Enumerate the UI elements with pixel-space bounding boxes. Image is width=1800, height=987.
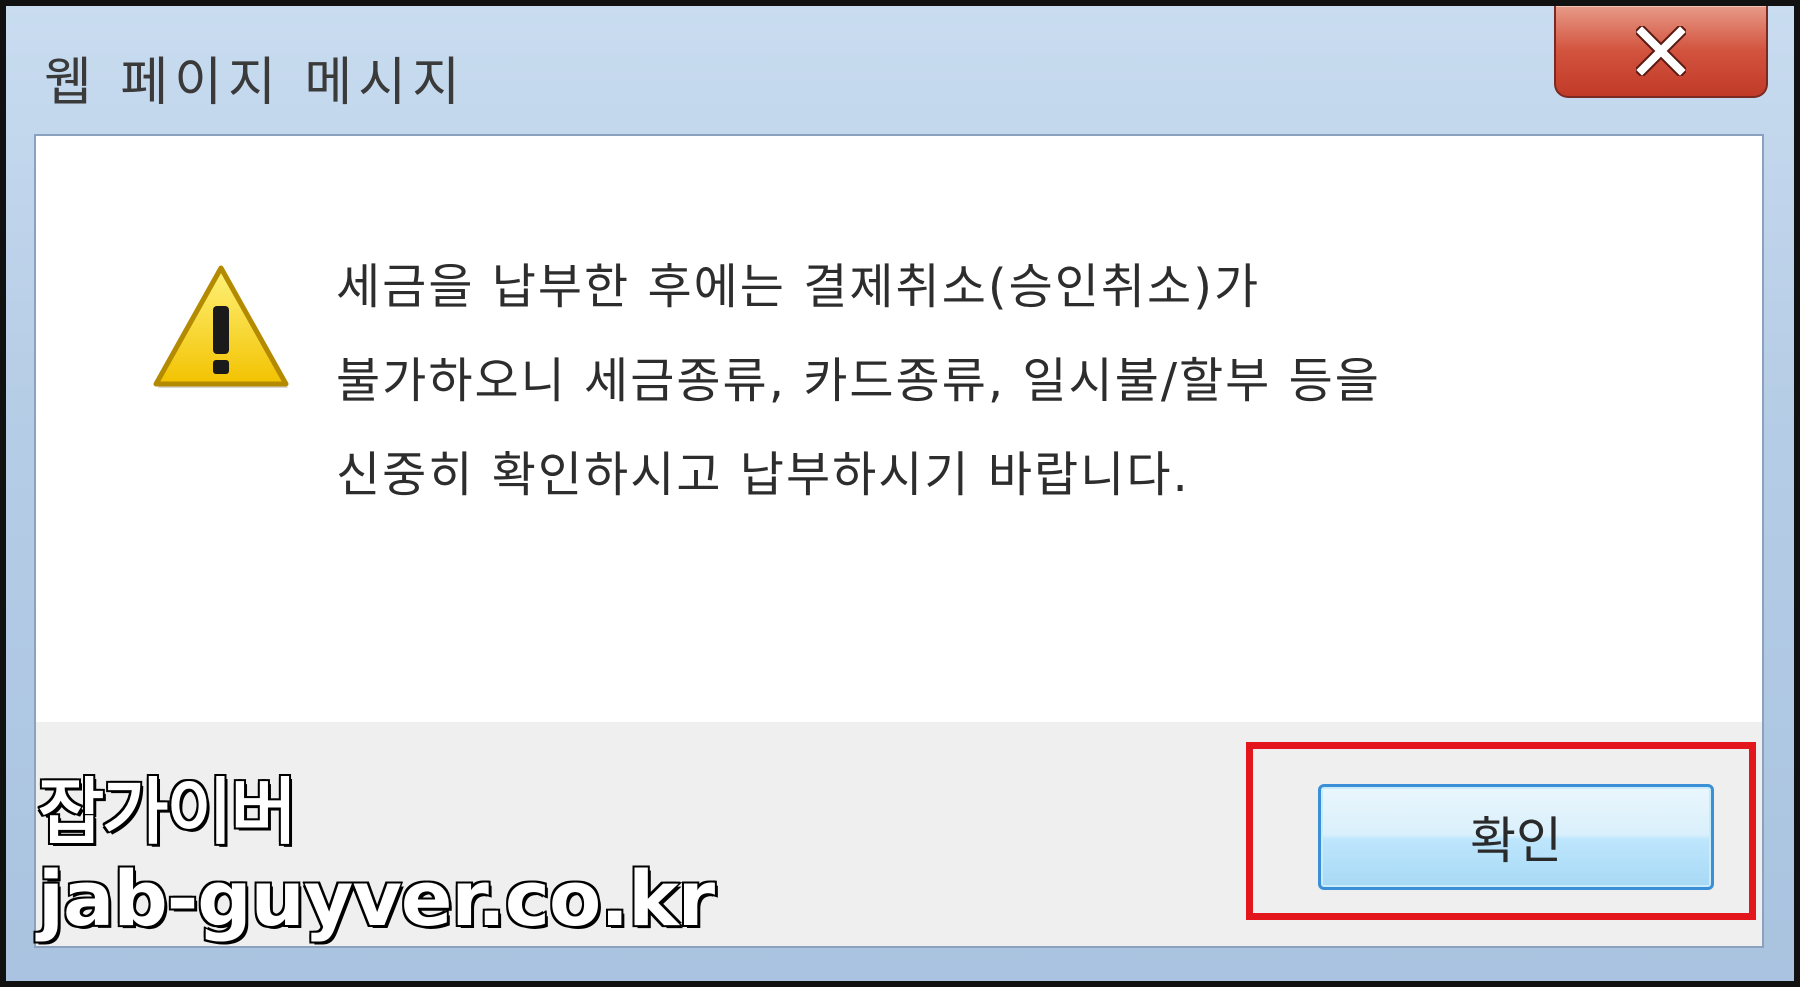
close-icon bbox=[1636, 26, 1686, 76]
dialog-message: 세금을 납부한 후에는 결제취소(승인취소)가 불가하오니 세금종류, 카드종류… bbox=[336, 258, 1381, 544]
ok-button[interactable]: 확인 bbox=[1318, 784, 1714, 890]
warning-icon bbox=[153, 265, 289, 388]
close-button[interactable] bbox=[1554, 6, 1768, 98]
watermark-brand: 잡가이버 bbox=[36, 769, 298, 856]
watermark: 잡가이버 jab-guyver.co.kr bbox=[36, 769, 716, 945]
window-title: 웹 페이지 메시지 bbox=[44, 53, 466, 113]
watermark-url: jab-guyver.co.kr bbox=[36, 853, 716, 945]
